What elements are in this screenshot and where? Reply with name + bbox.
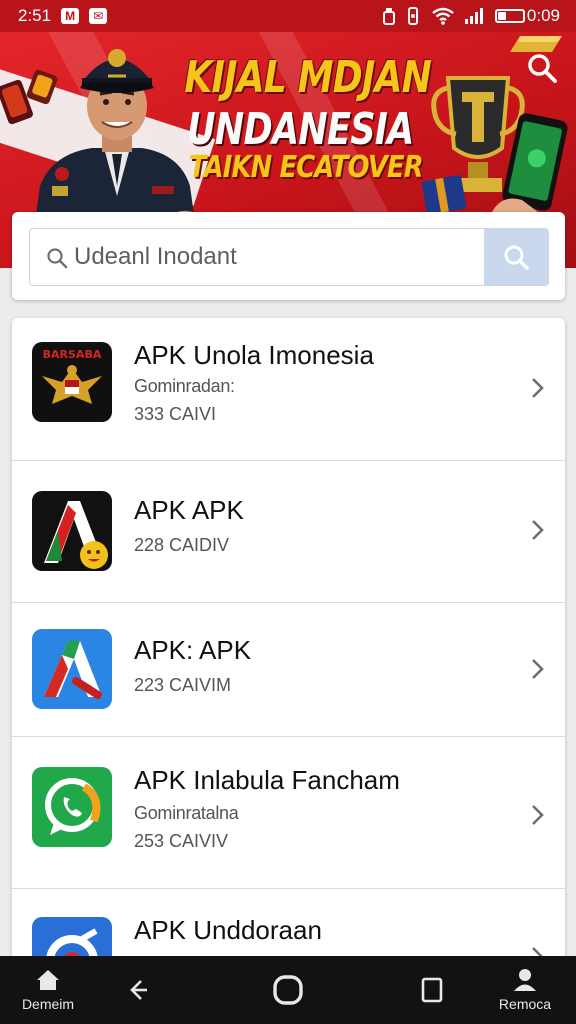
recents-icon [421, 977, 443, 1003]
app-title: APK Unola Imonesia [134, 340, 374, 370]
search-input[interactable] [74, 229, 484, 285]
list-item[interactable]: APK APK 228 CAIDIV [12, 461, 565, 603]
list-item[interactable]: APK: APK 223 CAIVIM [12, 603, 565, 737]
search-icon[interactable] [526, 52, 558, 84]
nav-recents[interactable] [412, 956, 452, 1024]
nav-home[interactable]: Demeim [14, 956, 82, 1024]
back-arrow-icon [130, 980, 147, 1000]
chevron-right-icon [532, 805, 544, 825]
nav-profile[interactable]: Remoca [490, 956, 560, 1024]
chevron-right-icon [532, 659, 544, 679]
app-subtitle: Gominratalna [134, 803, 239, 823]
app-title: APK APK [134, 495, 244, 525]
chevron-right-icon [532, 520, 544, 540]
app-title: APK Unddoraan [134, 915, 322, 945]
navigation-bar: Demeim Remoca [0, 956, 576, 1024]
svg-text:BARSABA: BARSABA [43, 348, 102, 361]
home-circle-icon [273, 975, 303, 1005]
mail-notification-icon: ✉ [89, 8, 108, 24]
search-icon [504, 245, 529, 270]
status-time: 2:51 [18, 6, 52, 25]
gift-box-icon [421, 174, 467, 216]
banner-subheadline: UNDANESIA [187, 104, 414, 155]
list-item[interactable]: BARSABA APK Unola Imonesia Gominradan: 3… [12, 318, 565, 461]
app-title: APK Inlabula Fancham [134, 765, 400, 795]
banner-tagline: TAIKN ECATOVER [188, 150, 424, 185]
whatsapp-icon [32, 767, 112, 847]
status-bar: 2:51 M ✉ 0:09 [0, 0, 576, 32]
app-list: BARSABA APK Unola Imonesia Gominradan: 3… [12, 318, 565, 968]
wifi-icon [431, 7, 455, 25]
app-size: 223 CAIVIM [134, 675, 232, 695]
garuda-icon: BARSABA [32, 342, 112, 422]
vibrate-icon [405, 7, 421, 25]
search-card [12, 212, 565, 300]
app-size: 333 CAIVI [134, 404, 217, 424]
list-item[interactable]: APK Inlabula Fancham Gominratalna 253 CA… [12, 737, 565, 889]
nav-profile-label: Remoca [498, 996, 552, 1012]
blue-a-icon [32, 629, 112, 709]
search-button[interactable] [484, 229, 548, 285]
search-icon [47, 248, 68, 269]
app-size: 228 CAIDIV [134, 535, 230, 555]
app-size: 253 CAIVIV [134, 831, 229, 851]
battery-indicator: 0:09 [494, 6, 560, 26]
banner-headline: KIJAL MDJAN [184, 52, 431, 103]
nav-back[interactable] [118, 956, 158, 1024]
red-a-icon [32, 491, 112, 571]
alarm-icon [382, 7, 395, 25]
chevron-right-icon [532, 378, 544, 398]
battery-text: 0:09 [526, 6, 560, 25]
notification-badge: M [61, 8, 80, 24]
home-icon [37, 970, 59, 990]
nav-home-label: Demeim [21, 996, 75, 1012]
nav-home-circle[interactable] [268, 956, 308, 1024]
app-subtitle: Gominradan: [134, 376, 235, 396]
app-title: APK: APK [134, 635, 252, 665]
signal-icon [464, 8, 485, 24]
search-box [29, 228, 549, 286]
battery-icon [494, 9, 525, 23]
profile-icon [514, 969, 536, 991]
